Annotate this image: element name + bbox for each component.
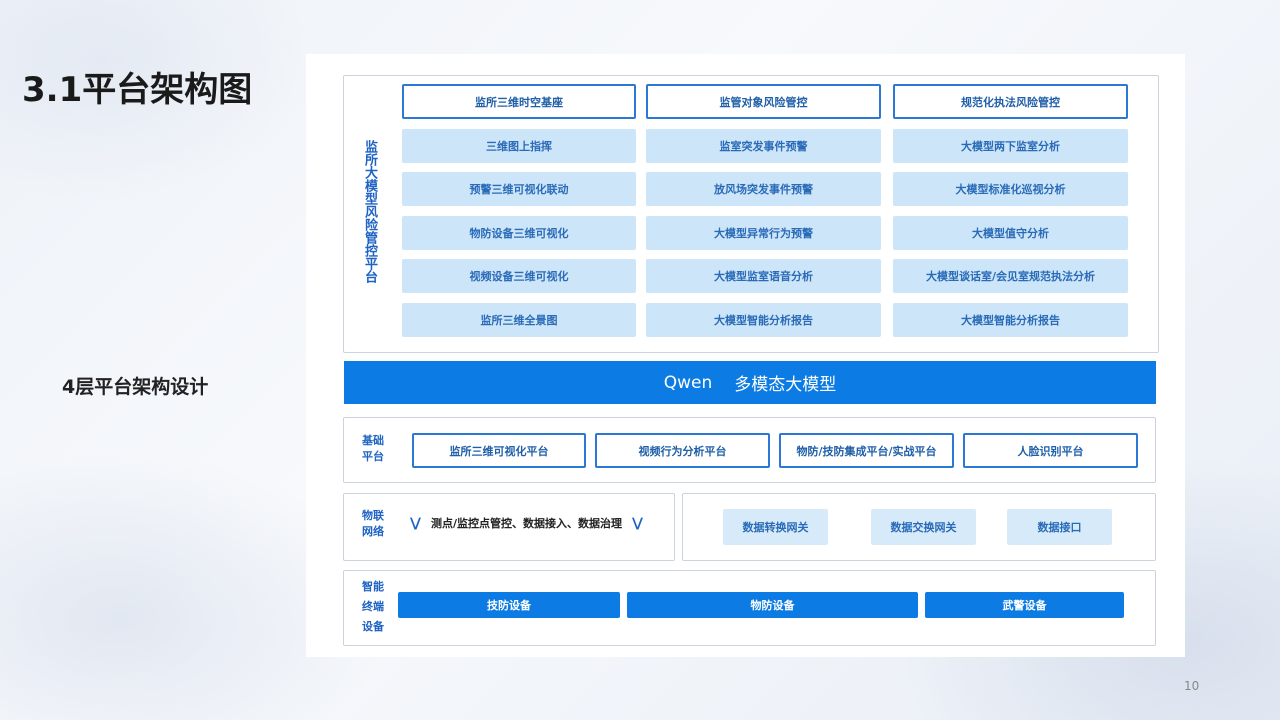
risk-cell: 大模型谈话室/会见室规范执法分析 bbox=[893, 259, 1128, 293]
base-platform-item: 物防/技防集成平台/实战平台 bbox=[779, 433, 954, 468]
terminal-label-line2: 终端 bbox=[362, 600, 384, 613]
page-number: 10 bbox=[1184, 679, 1200, 693]
gateway-item: 数据接口 bbox=[1007, 509, 1112, 545]
iot-label-line2: 网络 bbox=[362, 525, 384, 538]
slide-subtitle: 4层平台架构设计 bbox=[62, 376, 209, 398]
risk-cell: 大模型值守分析 bbox=[893, 216, 1128, 250]
base-label-line2: 平台 bbox=[362, 450, 384, 463]
iot-text: 测点/监控点管控、数据接入、数据治理 bbox=[430, 517, 622, 530]
risk-cell: 大模型监室语音分析 bbox=[646, 259, 881, 293]
risk-platform-label: 监所大模型风险管控平台 bbox=[362, 140, 377, 283]
risk-cell: 监室突发事件预警 bbox=[646, 129, 881, 163]
risk-cell: 大模型异常行为预警 bbox=[646, 216, 881, 250]
chevron-down-double-icon: ⋁ bbox=[410, 515, 421, 531]
gateway-item: 数据转换网关 bbox=[723, 509, 828, 545]
slide-title: 3.1平台架构图 bbox=[22, 70, 253, 110]
model-name: Qwen bbox=[663, 372, 713, 393]
header-enforcement-risk: 规范化执法风险管控 bbox=[893, 84, 1128, 119]
base-label-line1: 基础 bbox=[362, 434, 384, 447]
multimodal-model-bar: Qwen 多模态大模型 bbox=[344, 361, 1156, 404]
risk-cell: 预警三维可视化联动 bbox=[402, 172, 636, 206]
terminal-item: 物防设备 bbox=[627, 592, 918, 618]
risk-cell: 大模型两下监室分析 bbox=[893, 129, 1128, 163]
terminal-label-line1: 智能 bbox=[362, 580, 384, 593]
risk-cell: 视频设备三维可视化 bbox=[402, 259, 636, 293]
base-platform-item: 人脸识别平台 bbox=[963, 433, 1138, 468]
base-platform-item: 监所三维可视化平台 bbox=[412, 433, 586, 468]
chevron-down-double-icon: ⋁ bbox=[632, 515, 643, 531]
risk-cell: 大模型智能分析报告 bbox=[893, 303, 1128, 337]
risk-cell: 物防设备三维可视化 bbox=[402, 216, 636, 250]
terminal-label: 智能 终端 设备 bbox=[362, 577, 384, 637]
risk-cell: 放风场突发事件预警 bbox=[646, 172, 881, 206]
header-3d-base: 监所三维时空基座 bbox=[402, 84, 636, 119]
header-object-risk: 监管对象风险管控 bbox=[646, 84, 881, 119]
risk-cell: 监所三维全景图 bbox=[402, 303, 636, 337]
terminal-item: 武警设备 bbox=[925, 592, 1124, 618]
base-platform-label: 基础 平台 bbox=[362, 433, 384, 465]
iot-label-line1: 物联 bbox=[362, 509, 384, 522]
terminal-label-line3: 设备 bbox=[362, 620, 384, 633]
base-platform-item: 视频行为分析平台 bbox=[595, 433, 770, 468]
risk-cell: 三维图上指挥 bbox=[402, 129, 636, 163]
gateway-item: 数据交换网关 bbox=[871, 509, 976, 545]
model-label: 多模态大模型 bbox=[734, 375, 837, 395]
risk-cell: 大模型智能分析报告 bbox=[646, 303, 881, 337]
iot-label: 物联 网络 bbox=[362, 508, 384, 540]
iot-description: ⋁ 测点/监控点管控、数据接入、数据治理 ⋁ bbox=[410, 515, 643, 531]
terminal-item: 技防设备 bbox=[398, 592, 620, 618]
risk-cell: 大模型标准化巡视分析 bbox=[893, 172, 1128, 206]
